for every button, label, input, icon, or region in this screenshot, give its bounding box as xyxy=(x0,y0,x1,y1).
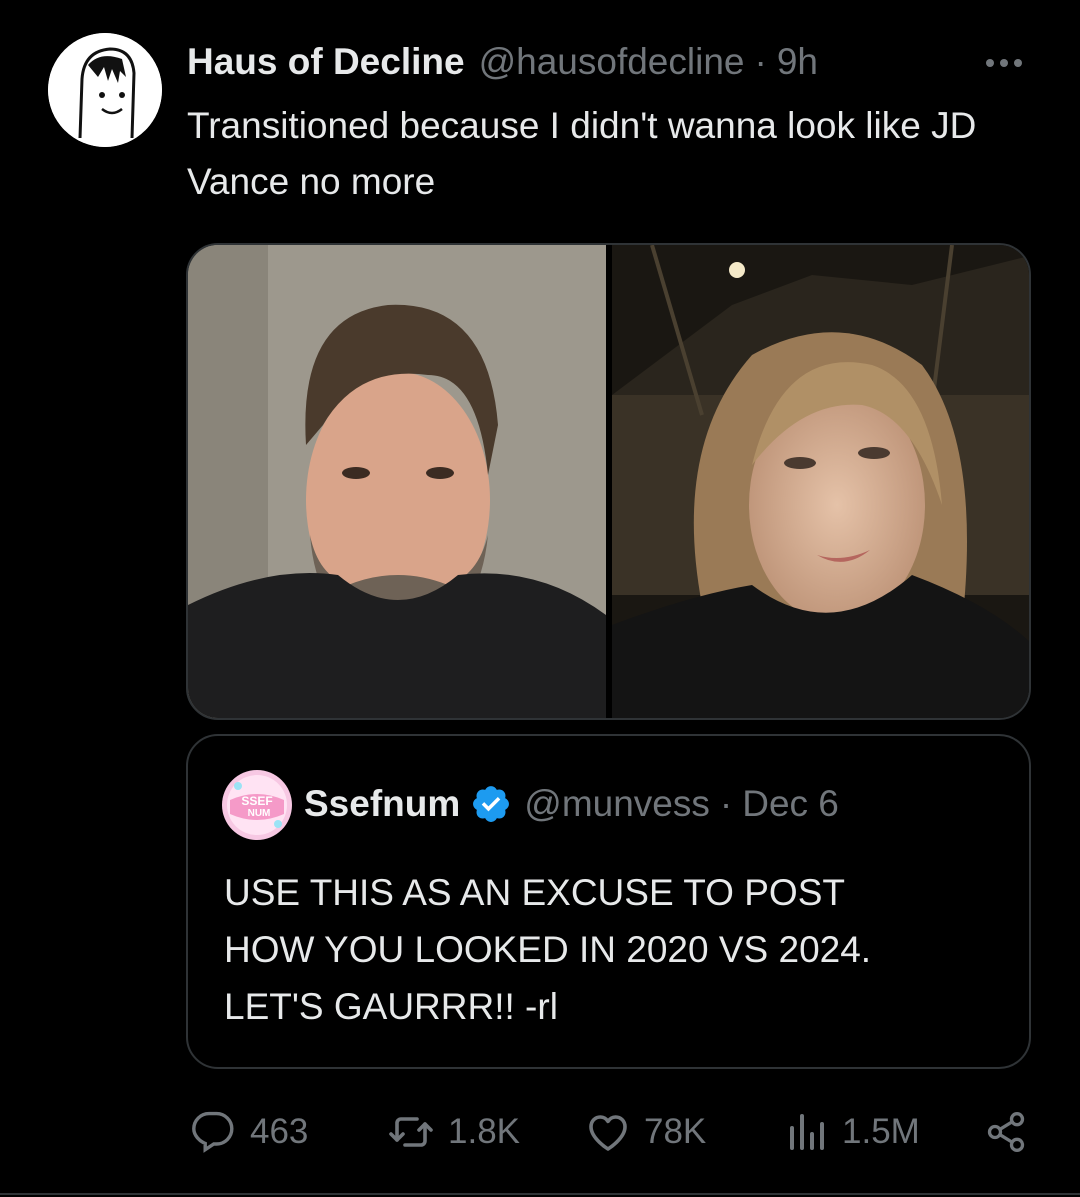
svg-text:SSEF: SSEF xyxy=(241,794,272,808)
tweet-text: Transitioned because I didn't wanna look… xyxy=(187,105,977,202)
reply-count: 463 xyxy=(250,1112,309,1151)
more-options-button[interactable] xyxy=(978,48,1030,78)
bearded-man-photo xyxy=(188,245,606,718)
tweet-divider xyxy=(0,1193,1080,1195)
author-avatar[interactable] xyxy=(48,33,162,147)
share-icon xyxy=(987,1112,1025,1152)
tweet-header: Haus of Decline @hausofdecline · 9h xyxy=(187,38,818,86)
views-count: 1.5M xyxy=(842,1112,920,1151)
verified-badge-icon xyxy=(470,783,512,825)
quoted-text-line: LET'S GAURRR!! -rl xyxy=(224,986,558,1027)
retweet-count: 1.8K xyxy=(448,1112,520,1151)
cartoon-face-avatar-icon xyxy=(48,33,162,147)
quoted-author-avatar[interactable]: SSEF NUM xyxy=(222,770,292,840)
reply-button[interactable]: 463 xyxy=(190,1108,308,1156)
views-chart-icon xyxy=(790,1114,824,1150)
quoted-date[interactable]: Dec 6 xyxy=(742,783,839,825)
reply-icon xyxy=(192,1111,234,1153)
like-count: 78K xyxy=(644,1112,707,1151)
quoted-handle[interactable]: @munvess xyxy=(524,783,710,825)
night-portrait-photo xyxy=(612,245,1029,718)
quoted-text: USE THIS AS AN EXCUSE TO POST HOW YOU LO… xyxy=(224,864,1004,1035)
quoted-display-name[interactable]: Ssefnum xyxy=(304,783,460,825)
author-handle[interactable]: @hausofdecline xyxy=(479,41,745,83)
svg-text:NUM: NUM xyxy=(248,808,271,819)
retweet-button[interactable]: 1.8K xyxy=(386,1108,520,1156)
author-display-name[interactable]: Haus of Decline xyxy=(187,41,465,83)
heart-icon xyxy=(589,1115,627,1151)
share-button[interactable] xyxy=(984,1108,1028,1156)
quoted-text-line: USE THIS AS AN EXCUSE TO POST xyxy=(224,872,845,913)
tweet-media[interactable] xyxy=(186,243,1031,720)
retweet-icon xyxy=(389,1117,433,1147)
quoted-header: Ssefnum @munvess · Dec 6 xyxy=(304,780,839,828)
like-button[interactable]: 78K xyxy=(584,1108,706,1156)
tweet-timestamp[interactable]: 9h xyxy=(777,41,818,83)
ssefnum-logo-icon: SSEF NUM xyxy=(222,770,292,840)
quoted-text-line: HOW YOU LOOKED IN 2020 VS 2024. xyxy=(224,929,872,970)
quoted-separator: · xyxy=(719,783,733,824)
quoted-tweet[interactable]: SSEF NUM Ssefnum @munvess · Dec 6 USE TH… xyxy=(186,734,1031,1069)
more-dots-icon xyxy=(986,59,1022,67)
header-separator: · xyxy=(754,41,767,82)
before-photo[interactable] xyxy=(188,245,606,718)
views-button[interactable]: 1.5M xyxy=(786,1108,920,1156)
after-photo[interactable] xyxy=(612,245,1029,718)
